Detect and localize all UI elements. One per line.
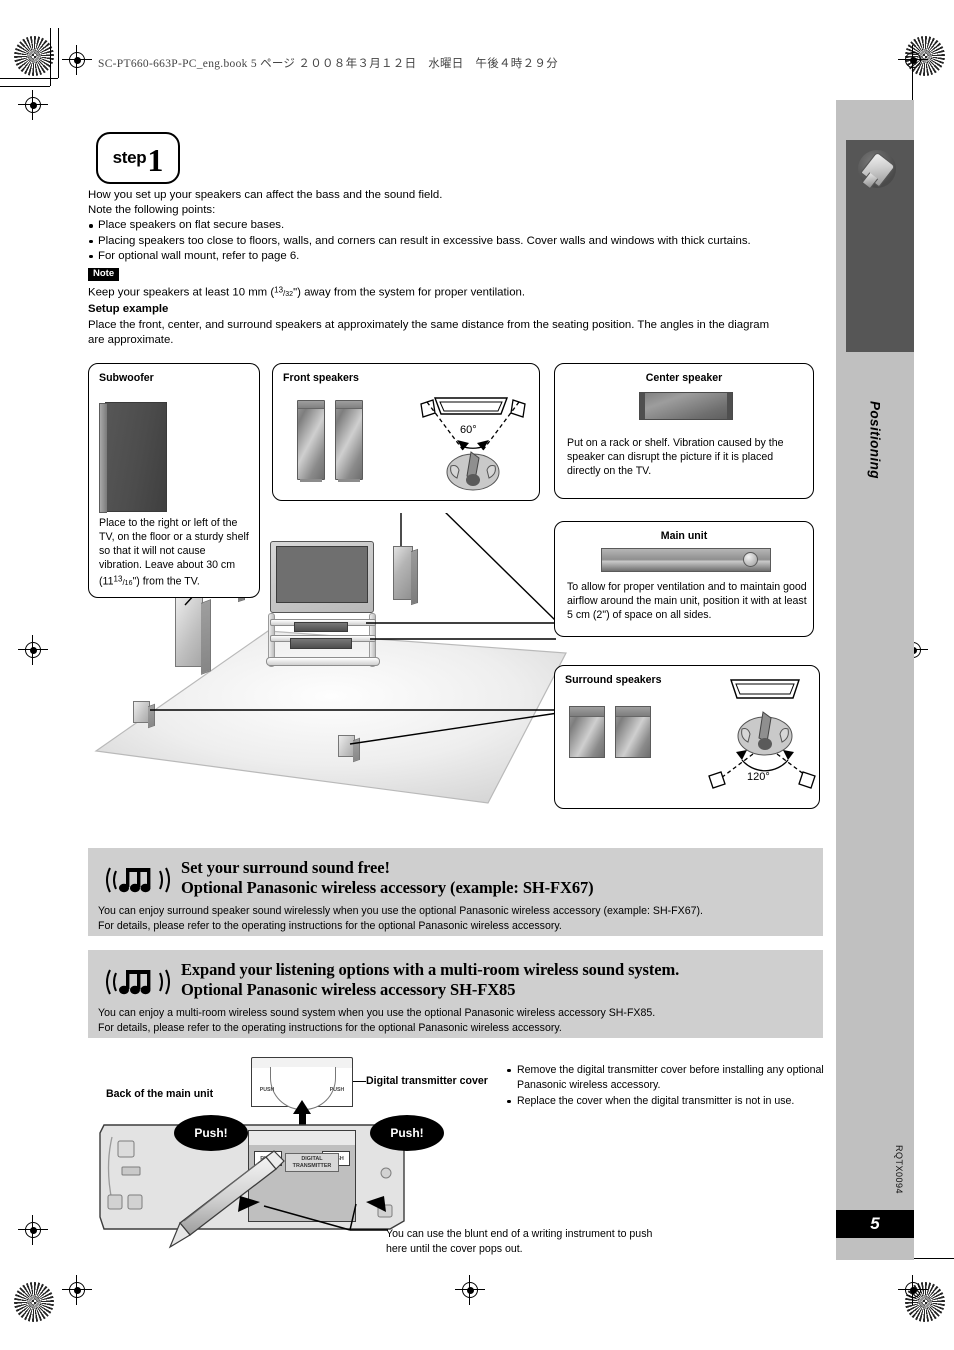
note-text: Keep your speakers at least 10 mm (13/32…: [88, 285, 526, 300]
intro-bullet-3: For optional wall mount, refer to page 6…: [88, 249, 788, 264]
surround-angle-svg: 120°: [708, 679, 816, 789]
promo-1-body: You can enjoy surround speaker sound wir…: [98, 904, 818, 934]
promo-1-body-line-2: For details, please refer to the operati…: [98, 920, 562, 932]
callout-center-speaker: Center speaker Put on a rack or shelf. V…: [554, 363, 814, 499]
digital-transmitter-cover-label: Digital transmitter cover: [366, 1075, 488, 1087]
crop-line: [58, 28, 59, 78]
promo-1-body-line-1: You can enjoy surround speaker sound wir…: [98, 905, 703, 917]
callout-front-speakers: Front speakers 60°: [272, 363, 540, 501]
setup-example-text: Place the front, center, and surround sp…: [88, 318, 770, 346]
registration-mark: [455, 1275, 485, 1305]
callout-main-unit-text: To allow for proper ventilation and to m…: [567, 581, 807, 621]
promo-2-heading-line-2: Optional Panasonic wireless accessory SH…: [181, 980, 516, 999]
side-tab-label-text: Positioning: [867, 401, 883, 479]
front-speaker-pictograms: [297, 400, 363, 482]
callout-surround-speakers-title: Surround speakers: [565, 674, 662, 686]
promo-1-headings: Set your surround sound free! Optional P…: [181, 858, 594, 898]
callout-center-speaker-title: Center speaker: [645, 372, 723, 384]
cover-push-right: PUSH: [329, 1086, 345, 1093]
push-callout-left: Push!: [174, 1115, 248, 1151]
back-of-main-unit-label: Back of the main unit: [106, 1088, 214, 1100]
side-tab-label: Positioning: [840, 370, 910, 510]
intro-line-2: Note the following points:: [88, 204, 216, 217]
intro-block: How you set up your speakers can affect …: [88, 188, 788, 348]
callout-main-unit-title: Main unit: [660, 530, 708, 542]
front-speaker-pictogram-right: [335, 400, 363, 482]
promo-banner-wireless-fx85: Expand your listening options with a mul…: [88, 950, 823, 1038]
promo-banner-wireless-fx67: Set your surround sound free! Optional P…: [88, 848, 823, 936]
main-unit-knob: [743, 552, 758, 567]
callout-surround-speakers: Surround speakers 120°: [554, 665, 820, 809]
callout-front-speakers-title: Front speakers: [283, 372, 359, 384]
registration-mark: [18, 1215, 48, 1245]
manual-page: SC-PT660-663P-PC_eng.book 5 ページ ２００８年３月１…: [0, 0, 954, 1350]
crop-line: [0, 86, 50, 87]
callout-subwoofer-title: Subwoofer: [99, 372, 154, 384]
fraction-13-16: 13/16: [113, 574, 133, 587]
music-note-wireless-icon: [106, 867, 170, 893]
music-note-wireless-icon: [106, 969, 170, 995]
fraction-13-32: 13/32: [274, 285, 294, 299]
book-header-line: SC-PT660-663P-PC_eng.book 5 ページ ２００８年３月１…: [98, 58, 559, 70]
dt-bullet-2: Replace the cover when the digital trans…: [506, 1094, 824, 1109]
intro-bullet-1: Place speakers on flat secure bases.: [88, 218, 788, 233]
crop-line: [50, 28, 51, 86]
promo-1-heading-line-1: Set your surround sound free!: [181, 858, 390, 877]
document-code: RQTX0094: [894, 1145, 904, 1195]
surround-speaker-pictogram-left: [569, 706, 605, 758]
registration-mark: [62, 1275, 92, 1305]
registration-mark: [18, 635, 48, 665]
step-word: step: [112, 148, 147, 167]
push-callout-right: Push!: [370, 1115, 444, 1151]
setup-diagram: Subwoofer Place to the right or left of …: [88, 363, 823, 823]
plug-icon: [858, 150, 896, 188]
step-badge: step 1: [96, 132, 180, 184]
blunt-end-line-1: You can use the blunt end of a writing i…: [386, 1228, 653, 1240]
registration-mark: [898, 1275, 928, 1305]
promo-2-headings: Expand your listening options with a mul…: [181, 960, 679, 1000]
intro-line-1: How you set up your speakers can affect …: [88, 189, 443, 201]
promo-2-body-line-2: For details, please refer to the operati…: [98, 1022, 562, 1034]
page-number-badge: 5: [836, 1210, 914, 1238]
blunt-end-line-2: here until the cover pops out.: [386, 1242, 523, 1255]
dt-bullet-1: Remove the digital transmitter cover bef…: [506, 1063, 824, 1092]
front-angle-svg: 60°: [420, 397, 526, 491]
cover-push-left: PUSH: [259, 1086, 275, 1093]
promo-2-body: You can enjoy a multi-room wireless soun…: [98, 1006, 818, 1036]
registration-mark: [18, 90, 48, 120]
surround-speaker-pictogram-right: [615, 706, 651, 758]
registration-mark: [62, 45, 92, 75]
intro-bullet-2: Placing speakers too close to floors, wa…: [88, 234, 788, 249]
digital-transmitter-bullets: Remove the digital transmitter cover bef…: [506, 1063, 824, 1109]
center-speaker-pictogram: [639, 392, 733, 420]
step-number: 1: [147, 142, 164, 178]
callout-center-speaker-text: Put on a rack or shelf. Vibration caused…: [567, 437, 784, 477]
surround-angle-label: 120°: [747, 771, 770, 783]
promo-2-body-line-1: You can enjoy a multi-room wireless soun…: [98, 1007, 656, 1019]
surround-speaker-pictograms: [569, 706, 651, 758]
registration-mark: [898, 45, 928, 75]
surround-angle-diagram: 120°: [695, 674, 817, 804]
callout-main-unit: Main unit To allow for proper ventilatio…: [554, 521, 814, 637]
removal-arrow-head: [293, 1100, 311, 1114]
setup-example-heading: Setup example: [88, 303, 169, 316]
front-speaker-pictogram-left: [297, 400, 325, 482]
note-badge: Note: [88, 268, 120, 282]
digital-transmitter-section: Back of the main unit Digital transmitte…: [88, 1055, 824, 1255]
main-unit-pictogram: [601, 548, 771, 572]
subwoofer-pictogram: [99, 402, 167, 513]
front-angle-diagram: 60°: [413, 386, 533, 496]
writing-instrument: [168, 1150, 285, 1249]
halftone-target-bottom-left: [14, 1282, 54, 1322]
callout-subwoofer: Subwoofer Place to the right or left of …: [88, 363, 260, 598]
callout-subwoofer-text: Place to the right or left of the TV, on…: [99, 517, 249, 588]
promo-2-heading-line-1: Expand your listening options with a mul…: [181, 960, 680, 979]
promo-1-heading-line-2: Optional Panasonic wireless accessory (e…: [181, 878, 594, 897]
blunt-end-instruction: You can use the blunt end of a writing i…: [386, 1227, 686, 1256]
halftone-target-top-left: [14, 36, 54, 76]
front-angle-label: 60°: [460, 424, 477, 436]
